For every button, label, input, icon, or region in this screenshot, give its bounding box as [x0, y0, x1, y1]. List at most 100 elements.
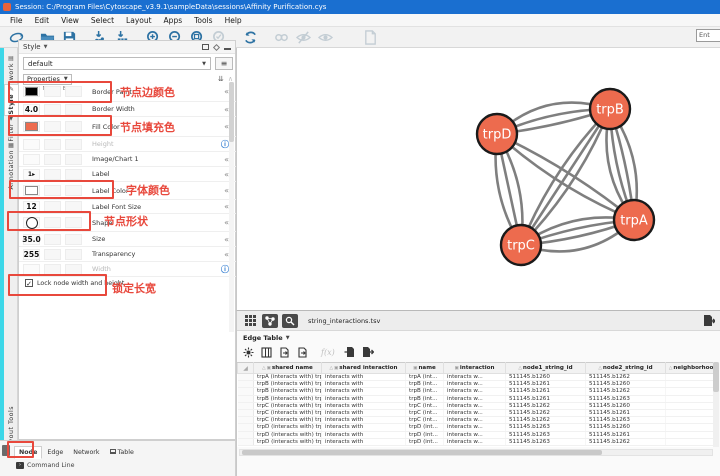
- command-line-icon: ›: [16, 462, 24, 469]
- search-input[interactable]: Ent: [696, 29, 720, 42]
- default-value[interactable]: 4.0: [25, 105, 38, 114]
- sidebar-tab-annotation[interactable]: ▦Annotation: [4, 141, 18, 190]
- lock-icon: ▣: [334, 366, 338, 371]
- style-row-label-color[interactable]: Label Color«: [19, 182, 237, 200]
- edge-table[interactable]: ◢△▣shared name△▣shared interaction▣name▣…: [237, 362, 714, 447]
- network-view[interactable]: trpD trpB trpA trpC: [236, 48, 720, 310]
- sort-icon: △: [330, 366, 333, 371]
- tools-table-icon[interactable]: [282, 314, 298, 328]
- sidebar-tab-style[interactable]: ✎Style: [4, 84, 18, 116]
- node-trpD[interactable]: trpD: [477, 114, 517, 154]
- node-shape-preview[interactable]: [26, 217, 38, 229]
- current-style-select[interactable]: default ▼: [23, 57, 211, 70]
- bottom-tab-network[interactable]: Network: [68, 446, 104, 459]
- table-row[interactable]: trpC (interacts with) trpAinteracts with…: [238, 402, 715, 409]
- lock-size-checkbox[interactable]: ✓: [25, 279, 33, 287]
- export-table-file-icon[interactable]: [295, 346, 310, 359]
- column-header-interaction[interactable]: ▣interaction: [444, 363, 506, 374]
- control-panel-tabs: ▤Network✎Style▼Filter▦AnnotationLayout T…: [4, 48, 18, 476]
- table-hscrollbar[interactable]: [239, 449, 713, 456]
- sort-icon: △: [262, 366, 265, 371]
- style-row-width[interactable]: Widthⓘ: [19, 262, 237, 277]
- lock-size-row[interactable]: ✓ Lock node width and height: [25, 279, 124, 287]
- menu-apps[interactable]: Apps: [158, 16, 189, 25]
- apply-layout-icon[interactable]: [242, 29, 259, 46]
- default-value[interactable]: 255: [24, 250, 40, 259]
- table-row[interactable]: trpC (interacts with) trpDinteracts with…: [238, 417, 715, 424]
- chevron-down-icon[interactable]: ▼: [44, 44, 48, 50]
- select-all-corner-icon[interactable]: ◢: [243, 365, 248, 372]
- node-trpB[interactable]: trpB: [590, 89, 630, 129]
- import-file-dark-icon[interactable]: [343, 346, 358, 359]
- table-vscrollbar[interactable]: [713, 362, 719, 447]
- float-panel-icon[interactable]: [202, 44, 209, 50]
- column-header-shared-name[interactable]: △▣shared name: [254, 363, 322, 374]
- column-header-node1_string_id[interactable]: △node1_string_id: [506, 363, 586, 374]
- menu-help[interactable]: Help: [219, 16, 248, 25]
- style-row-border-paint[interactable]: Border Paint«: [19, 82, 237, 102]
- column-header-neighborhood_on_ch[interactable]: △neighborhood_on_ch: [666, 363, 715, 374]
- table-row[interactable]: trpA (interacts with) trpCinteracts with…: [238, 374, 715, 381]
- menu-edit[interactable]: Edit: [29, 16, 56, 25]
- table-row[interactable]: trpD (interacts with) trpCinteracts with…: [238, 438, 715, 445]
- column-header-shared-interaction[interactable]: △▣shared interaction: [322, 363, 406, 374]
- style-row-label-font-size[interactable]: 12Label Font Size«: [19, 200, 237, 214]
- table-row[interactable]: trpD (interacts with) trpBinteracts with…: [238, 431, 715, 438]
- style-row-height[interactable]: Heightⓘ: [19, 137, 237, 152]
- export-file-dark-icon[interactable]: [361, 346, 376, 359]
- style-row-fill-color[interactable]: Fill Color«: [19, 117, 237, 137]
- show-columns-icon[interactable]: [259, 346, 274, 359]
- first-neighbors-icon: [273, 29, 290, 46]
- default-value[interactable]: 12: [26, 202, 36, 211]
- table-settings-icon[interactable]: [241, 346, 256, 359]
- menu-view[interactable]: View: [55, 16, 85, 25]
- table-grid-icon[interactable]: [242, 314, 258, 328]
- table-row[interactable]: trpB (interacts with) trpDinteracts with…: [238, 395, 715, 402]
- table-row[interactable]: trpC (interacts with) trpBinteracts with…: [238, 409, 715, 416]
- style-row-shape[interactable]: Shape«: [19, 214, 237, 232]
- title-bar[interactable]: Session: C:/Program Files\Cytoscape_v3.9…: [0, 0, 720, 14]
- bottom-tab-edge[interactable]: Edge: [42, 446, 68, 459]
- style-row-border-width[interactable]: 4.0Border Width«: [19, 102, 237, 117]
- panel-options-icon[interactable]: [213, 43, 220, 50]
- table-tab-label[interactable]: string_interactions.tsv: [308, 317, 380, 325]
- node-label: trpD: [483, 128, 512, 143]
- bottom-tab-node[interactable]: Node: [14, 446, 42, 459]
- sort-icon: △: [518, 366, 521, 371]
- menu-tools[interactable]: Tools: [188, 16, 218, 25]
- minimize-panel-icon[interactable]: [224, 48, 231, 50]
- style-row-transparency[interactable]: 255Transparency«: [19, 247, 237, 262]
- command-line-row[interactable]: › Command Line: [16, 462, 75, 469]
- menu-file[interactable]: File: [4, 16, 29, 25]
- default-value[interactable]: 35.0: [22, 235, 41, 244]
- bottom-tab-table[interactable]: Table: [105, 446, 139, 459]
- label-mapping-icon[interactable]: 1▸: [28, 171, 35, 178]
- lock-size-label: Lock node width and height: [37, 280, 124, 287]
- style-panel-scrollbar[interactable]: [229, 82, 234, 332]
- column-header-node2_string_id[interactable]: △node2_string_id: [586, 363, 666, 374]
- style-row-size[interactable]: 35.0Size«: [19, 232, 237, 247]
- property-label: Label Color: [92, 187, 129, 195]
- export-table-icon[interactable]: [700, 314, 716, 328]
- style-options-button[interactable]: ≡: [215, 57, 233, 70]
- menu-select[interactable]: Select: [85, 16, 120, 25]
- column-header-name[interactable]: ▣name: [406, 363, 444, 374]
- panel-grip[interactable]: [2, 445, 10, 456]
- import-table-file-icon[interactable]: [277, 346, 292, 359]
- color-swatch[interactable]: [25, 186, 38, 195]
- node-label: trpB: [596, 103, 624, 118]
- style-row-label[interactable]: 1▸Label«: [19, 167, 237, 182]
- table-row[interactable]: trpB (interacts with) trpAinteracts with…: [238, 381, 715, 388]
- network-table-icon[interactable]: [262, 314, 278, 328]
- table-row[interactable]: trpD (interacts with) trpAinteracts with…: [238, 424, 715, 431]
- node-trpA[interactable]: trpA: [614, 200, 654, 240]
- style-row-image-chart-1[interactable]: Image/Chart 1«: [19, 152, 237, 167]
- node-trpC[interactable]: trpC: [501, 225, 541, 265]
- sidebar-tab-filter[interactable]: ▼Filter: [4, 114, 18, 142]
- menu-layout[interactable]: Layout: [120, 16, 158, 25]
- table-selector[interactable]: Edge Table ▼: [243, 332, 290, 343]
- table-row[interactable]: trpB (interacts with) trpCinteracts with…: [238, 388, 715, 395]
- color-swatch[interactable]: [25, 87, 38, 96]
- color-swatch[interactable]: [25, 122, 38, 131]
- table-browser-tabbar: string_interactions.tsv: [237, 311, 720, 331]
